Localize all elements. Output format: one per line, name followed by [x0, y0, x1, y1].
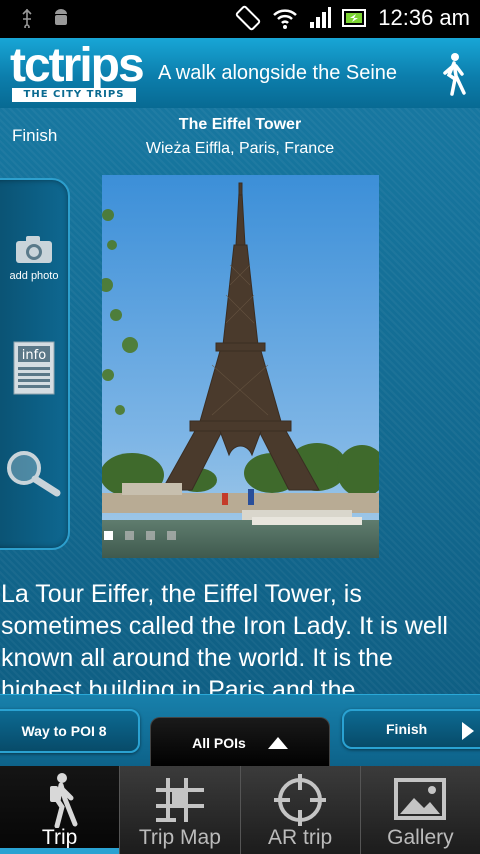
tab-ar-trip[interactable]: AR trip [239, 766, 360, 854]
next-poi-label: Finish [386, 721, 428, 737]
poi-title: The Eiffel Tower [178, 116, 302, 133]
poi-navigation-bar: Way to POI 8 All POIs Finish [0, 694, 480, 768]
next-poi-button[interactable]: Finish [342, 709, 480, 749]
rotation-icon [236, 5, 261, 31]
status-bar: 12:36 am [0, 0, 480, 38]
hiker-icon [49, 773, 78, 828]
tab-trip[interactable]: Trip [0, 766, 120, 854]
add-photo-button[interactable]: add photo [2, 234, 66, 282]
tab-trip-label: Trip [41, 826, 78, 849]
app-header: tctrips THE CITY TRIPS A walk alongside … [0, 38, 480, 109]
all-pois-button[interactable]: All POIs [150, 717, 330, 768]
prev-poi-label: Way to POI 8 [21, 723, 107, 739]
gallery-icon [394, 778, 447, 820]
search-button[interactable] [2, 448, 66, 502]
logo-word: tctrips [10, 39, 145, 92]
info-button[interactable]: info [2, 340, 66, 400]
tctrips-logo: tctrips THE CITY TRIPS [10, 42, 145, 102]
finish-link[interactable]: Finish [12, 126, 57, 146]
play-arrow-icon [462, 722, 474, 740]
photo-pager [104, 531, 176, 540]
tab-gallery-label: Gallery [387, 826, 454, 849]
usb-icon [22, 8, 32, 28]
trip-tagline: A walk alongside the Seine [158, 62, 398, 84]
tab-trip-map-label: Trip Map [138, 826, 221, 849]
side-action-panel: add photo info [0, 178, 70, 550]
signal-icon [310, 7, 332, 28]
info-icon: info [13, 341, 55, 395]
all-pois-label: All POIs [192, 735, 246, 751]
map-icon [155, 778, 204, 822]
chevron-up-icon [267, 737, 288, 749]
battery-icon [342, 9, 367, 27]
walking-person-icon[interactable] [440, 52, 466, 96]
wifi-icon [273, 9, 298, 29]
pager-dot[interactable] [125, 531, 134, 540]
pager-dot[interactable] [146, 531, 155, 540]
crosshair-icon [274, 774, 327, 826]
poi-description: La Tour Eiffer, the Eiffel Tower, is som… [1, 580, 448, 694]
logo-subtitle: THE CITY TRIPS [12, 88, 136, 102]
poi-detail-area: Finish The Eiffel Tower Wieża Eiffla, Pa… [0, 108, 480, 694]
status-time: 12:36 am [378, 5, 470, 30]
info-icon-text: info [22, 348, 46, 363]
poi-photo[interactable] [102, 175, 379, 558]
tab-ar-trip-label: AR trip [268, 826, 333, 849]
bottom-tab-bar: Trip Trip Map AR trip Gallery [0, 766, 480, 854]
tab-trip-map[interactable]: Trip Map [119, 766, 239, 854]
pager-dot[interactable] [167, 531, 176, 540]
pager-dot[interactable] [104, 531, 113, 540]
camera-icon [16, 236, 52, 263]
android-debug-icon [55, 9, 67, 25]
tab-gallery[interactable]: Gallery [359, 766, 480, 854]
poi-subtitle: Wieża Eiffla, Paris, France [145, 140, 335, 157]
magnifier-icon [7, 451, 61, 497]
prev-poi-button[interactable]: Way to POI 8 [0, 709, 140, 753]
add-photo-label: add photo [9, 270, 59, 282]
